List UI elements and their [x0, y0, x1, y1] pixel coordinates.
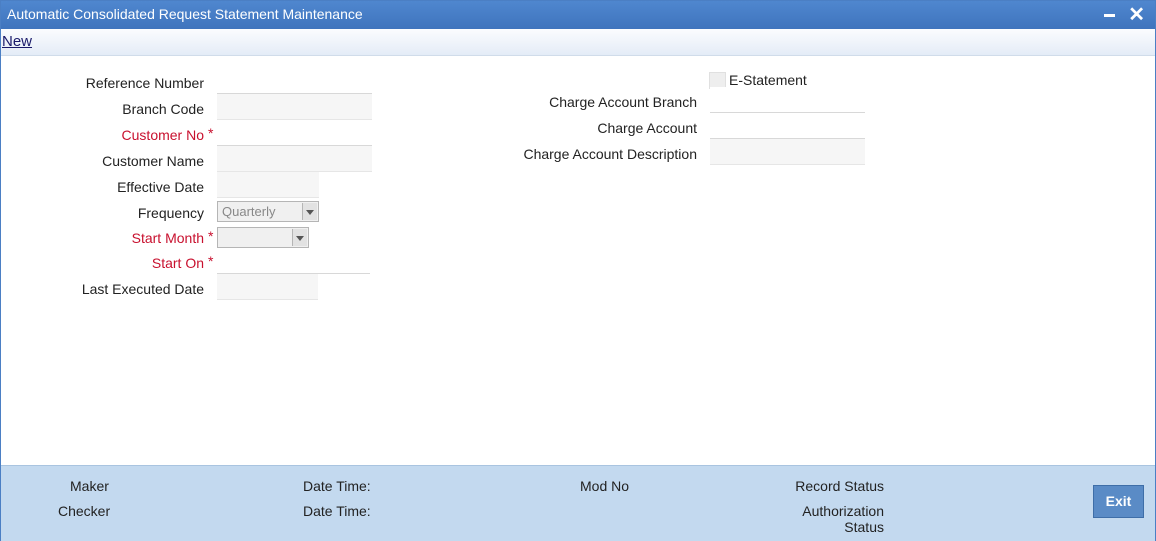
charge-account-branch-label: Charge Account Branch [549, 94, 697, 110]
mod-no-label: Mod No [580, 478, 630, 494]
start-month-required-marker: * [208, 228, 214, 244]
frequency-select[interactable]: Quarterly [217, 201, 319, 222]
effective-date-label: Effective Date [117, 179, 204, 195]
reference-number-label: Reference Number [85, 75, 204, 91]
exit-button[interactable]: Exit [1093, 485, 1144, 518]
authorization-status-label: Status [844, 519, 884, 535]
last-executed-date-field[interactable] [217, 274, 318, 300]
record-status-label: Record Status [795, 478, 884, 494]
chevron-down-icon[interactable] [302, 203, 317, 220]
start-on-label: Start On [151, 255, 204, 271]
charge-account-label: Charge Account [597, 120, 697, 136]
last-executed-date-label: Last Executed Date [81, 281, 204, 297]
checker-date-time-label: Date Time: [303, 503, 371, 519]
e-statement-label: E-Statement [729, 72, 807, 88]
new-link[interactable]: New [2, 33, 32, 50]
customer-no-field[interactable] [217, 120, 372, 146]
chevron-down-icon[interactable] [292, 229, 307, 246]
charge-account-description-label: Charge Account Description [523, 146, 697, 162]
audit-footer: Maker Checker Date Time: Date Time: Mod … [1, 465, 1155, 541]
charge-account-branch-field[interactable] [710, 87, 865, 113]
branch-code-field[interactable] [217, 94, 372, 120]
toolbar: New [1, 29, 1155, 56]
minimize-icon[interactable] [1104, 14, 1115, 17]
customer-name-field[interactable] [217, 146, 372, 172]
charge-account-description-field[interactable] [710, 139, 865, 165]
charge-account-field[interactable] [710, 113, 865, 139]
maker-label: Maker [70, 478, 109, 494]
maker-date-time-label: Date Time: [303, 478, 371, 494]
start-month-label: Start Month [131, 230, 204, 246]
checker-label: Checker [58, 503, 111, 519]
customer-no-label: Customer No [121, 127, 204, 143]
customer-name-label: Customer Name [102, 153, 204, 169]
reference-number-field[interactable] [217, 68, 372, 94]
start-on-required-marker: * [208, 253, 214, 269]
customer-no-required-marker: * [208, 125, 214, 141]
effective-date-field[interactable] [217, 172, 319, 198]
branch-code-label: Branch Code [122, 101, 204, 117]
authorization-label: Authorization [802, 503, 884, 519]
frequency-value: Quarterly [222, 204, 276, 219]
window-title: Automatic Consolidated Request Statement… [7, 6, 363, 22]
title-bar: Automatic Consolidated Request Statement… [1, 1, 1155, 29]
start-on-field[interactable] [217, 248, 370, 274]
frequency-label: Frequency [137, 205, 204, 221]
start-month-select[interactable] [217, 227, 309, 248]
maintenance-window: Automatic Consolidated Request Statement… [0, 0, 1156, 541]
close-icon[interactable]: ✕ [1128, 3, 1145, 27]
